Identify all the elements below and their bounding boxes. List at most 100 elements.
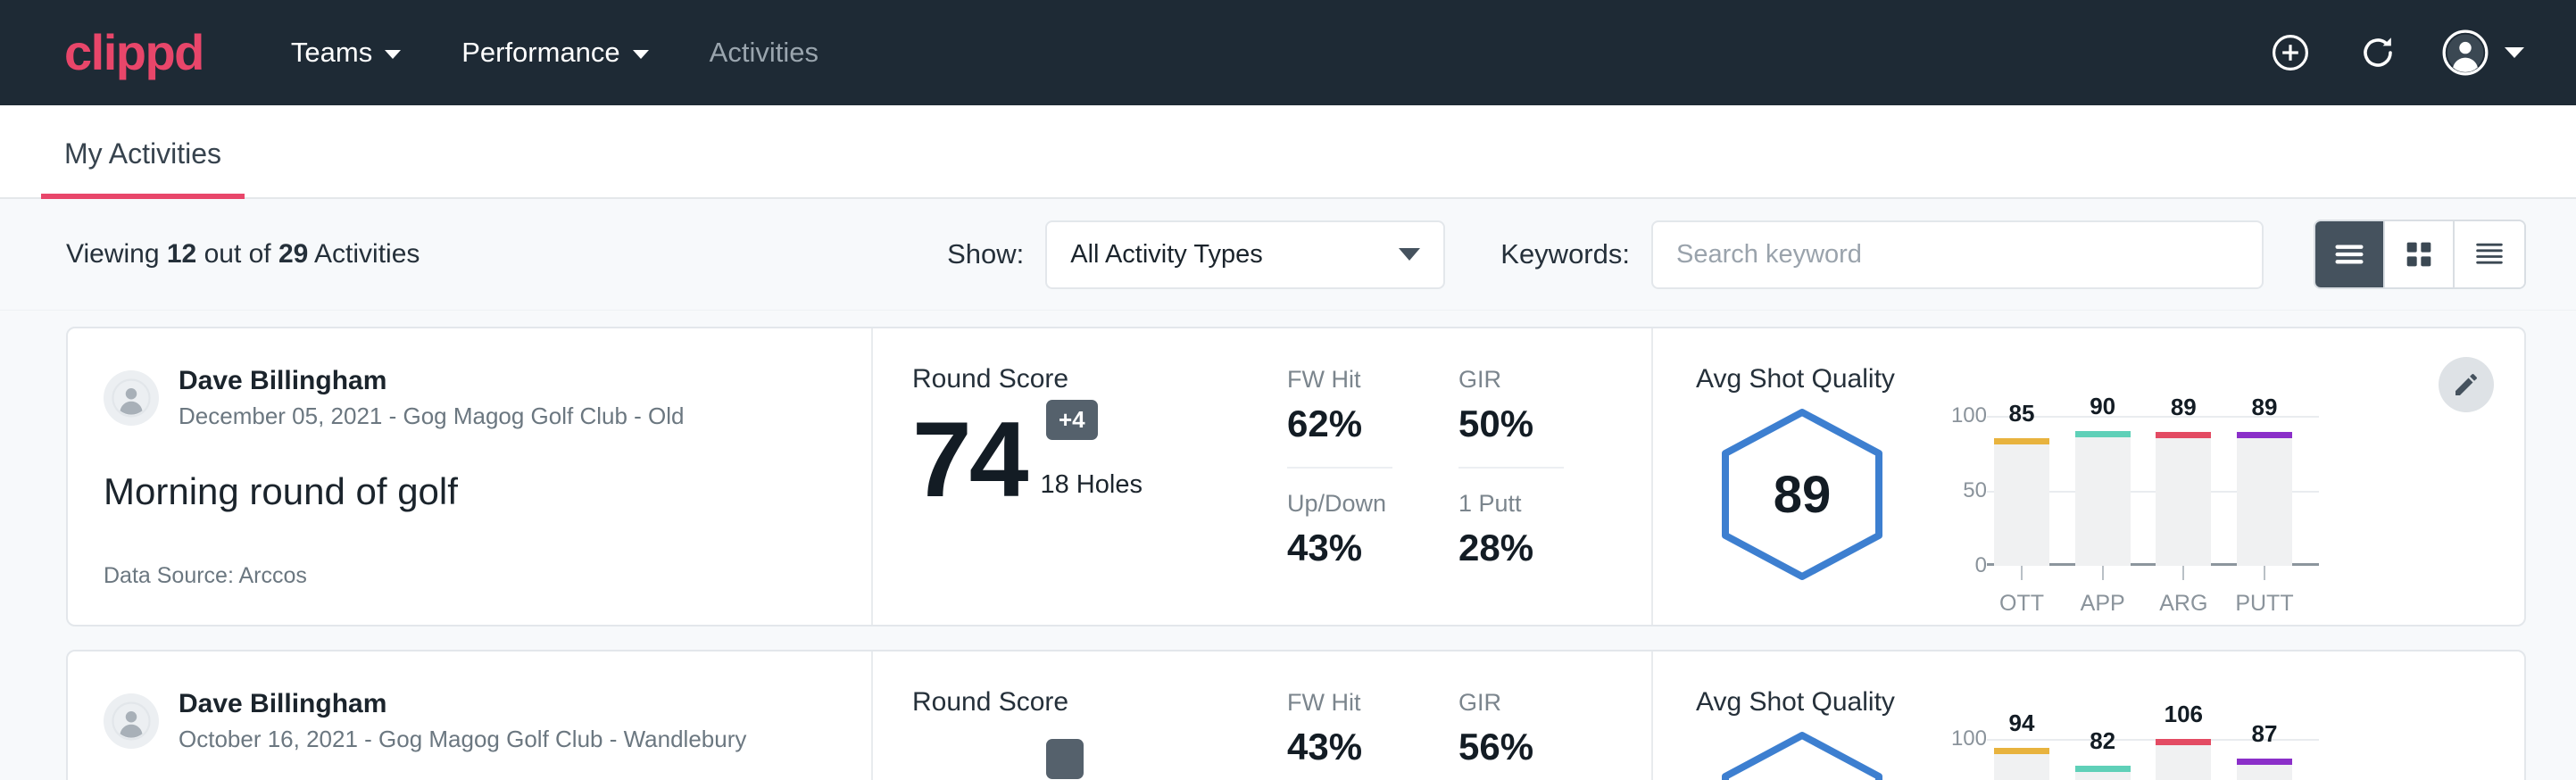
stat-gir-label: GIR <box>1458 366 1564 394</box>
stat-gir-value: 56% <box>1458 726 1564 768</box>
chart-y-axis: 100 50 0 <box>1935 416 1987 566</box>
stat-one-putt-value: 28% <box>1458 527 1564 569</box>
round-score-block: Round Score <box>912 687 1287 780</box>
activity-author-name: Dave Billingham <box>179 364 685 398</box>
chevron-down-icon <box>385 50 401 59</box>
stat-fw-hit-value: 43% <box>1287 726 1392 768</box>
bar-body-putt <box>2237 438 2292 566</box>
activity-type-select-value: All Activity Types <box>1070 240 1262 270</box>
round-score-label: Round Score <box>912 364 1287 394</box>
bar-value-putt: 89 <box>2237 394 2292 421</box>
stat-gir: GIR 56% <box>1458 689 1564 768</box>
shot-quality-chart: 100 50 0 94 <box>1935 739 2299 780</box>
x-tick-arg: ARG <box>2156 566 2211 617</box>
bar-body-app <box>2075 437 2131 566</box>
tick-mark <box>2182 566 2184 580</box>
bar-value-ott: 85 <box>1994 400 2049 427</box>
activity-author-text: Dave Billingham December 05, 2021 - Gog … <box>179 364 685 431</box>
tick-mark <box>2102 566 2104 580</box>
bar-body-ott <box>1994 444 2049 566</box>
data-source-label: Data Source: <box>104 563 238 588</box>
tick-mark <box>2264 566 2265 580</box>
filter-controls: Show: All Activity Types Keywords: <box>947 220 2526 289</box>
score-delta-badge <box>1046 739 1084 779</box>
stat-up-down-value: 43% <box>1287 527 1392 569</box>
x-tick-label-arg: ARG <box>2159 591 2207 617</box>
bar-body-ott <box>1994 754 2049 780</box>
bar-value-app: 90 <box>2075 393 2131 420</box>
avg-shot-quality-row: 100 50 0 94 <box>1696 719 2524 780</box>
activity-title: Morning round of golf <box>104 470 844 513</box>
activity-card-score: Round Score FW Hit 43% GIR 56% <box>871 651 1651 780</box>
y-tick-100: 100 <box>1951 726 1987 751</box>
view-toggle-compact[interactable] <box>2455 221 2524 287</box>
round-score-block: Round Score 74 +4 18 Holes <box>912 364 1287 589</box>
account-menu[interactable] <box>2442 29 2524 76</box>
view-toggle-list[interactable] <box>2315 221 2385 287</box>
bar-body-arg <box>2156 438 2211 566</box>
main-nav: Teams Performance Activities <box>286 28 824 78</box>
search-input[interactable] <box>1651 220 2264 289</box>
stat-gir-label: GIR <box>1458 689 1564 717</box>
bar-cap-app <box>2075 431 2131 437</box>
view-toggle-grid[interactable] <box>2385 221 2455 287</box>
account-avatar-icon[interactable] <box>2442 29 2489 76</box>
viewing-count: 12 <box>167 239 196 269</box>
activity-author-text: Dave Billingham October 16, 2021 - Gog M… <box>179 687 746 754</box>
nav-item-teams[interactable]: Teams <box>286 28 406 78</box>
activity-card-quality: Avg Shot Quality 89 100 50 0 <box>1651 328 2524 625</box>
bar-cap-ott <box>1994 748 2049 754</box>
bar-cap-putt <box>2237 432 2292 438</box>
round-score-value: 74 <box>912 411 1026 509</box>
chart-bars: 85 90 89 <box>1987 416 2299 566</box>
chart-bar-arg: 89 <box>2156 416 2211 566</box>
activity-meta: December 05, 2021 - Gog Magog Golf Club … <box>179 402 685 432</box>
activity-type-select[interactable]: All Activity Types <box>1045 220 1445 289</box>
stat-up-down: Up/Down 43% <box>1287 490 1392 569</box>
x-tick-app: APP <box>2075 566 2131 617</box>
round-score-label: Round Score <box>912 687 1287 718</box>
bar-body-putt <box>2237 765 2292 780</box>
x-tick-label-putt: PUTT <box>2235 591 2293 617</box>
chart-bar-arg: 106 <box>2156 739 2211 780</box>
bar-value-arg: 89 <box>2156 394 2211 421</box>
tab-my-activities[interactable]: My Activities <box>41 137 245 199</box>
bar-value-arg: 106 <box>2156 701 2211 728</box>
bar-value-app: 82 <box>2075 727 2131 755</box>
chart-grid: 85 90 89 <box>1987 416 2299 566</box>
edit-activity-button[interactable] <box>2439 357 2494 412</box>
view-toggle-group <box>2314 220 2526 289</box>
app-header: clippd Teams Performance Activities <box>0 0 2576 105</box>
refresh-icon[interactable] <box>2355 29 2401 76</box>
activity-list: Dave Billingham December 05, 2021 - Gog … <box>0 311 2576 780</box>
nav-item-performance[interactable]: Performance <box>456 28 653 78</box>
stat-gir-value: 50% <box>1458 402 1564 445</box>
shot-quality-value <box>1713 730 1891 780</box>
y-tick-0: 0 <box>1975 553 1987 578</box>
round-score-row: 74 +4 18 Holes <box>912 411 1287 509</box>
score-delta-badge: +4 <box>1046 400 1098 440</box>
activity-card[interactable]: Dave Billingham October 16, 2021 - Gog M… <box>66 650 2526 780</box>
bar-cap-app <box>2075 766 2131 772</box>
viewing-middle: out of <box>196 239 278 269</box>
nav-item-activities[interactable]: Activities <box>704 28 824 78</box>
viewing-suffix: Activities <box>308 239 420 269</box>
chart-grid: 94 82 106 <box>1987 739 2299 780</box>
clippd-logo[interactable]: clippd <box>64 28 204 78</box>
round-stats-grid: FW Hit 43% GIR 56% <box>1287 687 1564 780</box>
stat-fw-hit-label: FW Hit <box>1287 366 1392 394</box>
round-stats-grid: FW Hit 62% GIR 50% Up/Down 43% 1 Putt 28… <box>1287 364 1564 589</box>
filter-bar: Viewing 12 out of 29 Activities Show: Al… <box>0 199 2576 311</box>
bar-cap-arg <box>2156 739 2211 745</box>
stat-one-putt: 1 Putt 28% <box>1458 490 1564 569</box>
tab-bar: My Activities <box>0 105 2576 199</box>
activity-card-info: Dave Billingham December 05, 2021 - Gog … <box>68 328 871 625</box>
plus-circle-icon[interactable] <box>2267 29 2314 76</box>
data-source-value: Arccos <box>238 563 306 588</box>
activity-card[interactable]: Dave Billingham December 05, 2021 - Gog … <box>66 327 2526 626</box>
stat-fw-hit-label: FW Hit <box>1287 689 1392 717</box>
y-tick-100: 100 <box>1951 403 1987 428</box>
chart-x-axis: OTT APP ARG <box>1987 566 2299 617</box>
stat-one-putt-label: 1 Putt <box>1458 490 1564 518</box>
bar-cap-putt <box>2237 759 2292 765</box>
